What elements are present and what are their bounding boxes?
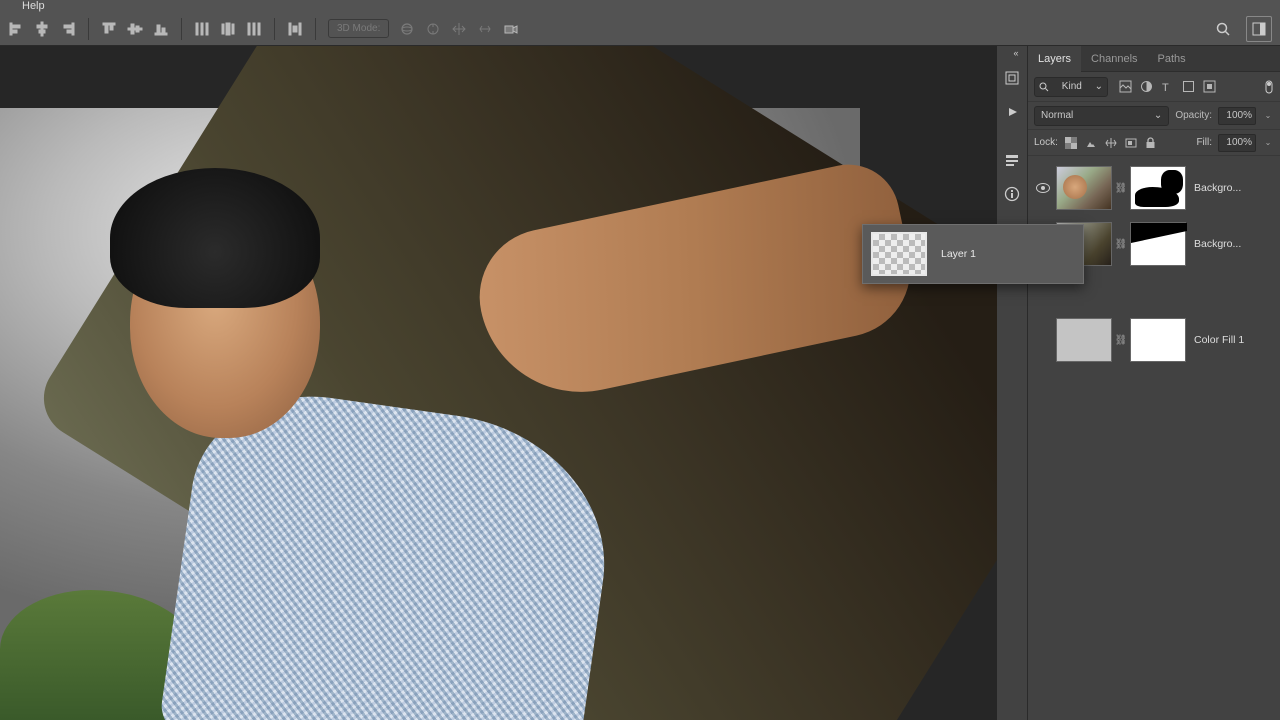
menu-bar: Help: [0, 0, 1280, 12]
filter-toggle-switch[interactable]: [1264, 80, 1274, 94]
distribute-spacing-icon[interactable]: [283, 17, 307, 41]
tab-channels[interactable]: Channels: [1081, 46, 1147, 72]
lock-row: Lock: Fill: 100% ⌄: [1028, 130, 1280, 156]
align-right-edges-icon[interactable]: [56, 17, 80, 41]
opacity-value[interactable]: 100%: [1218, 107, 1256, 125]
blend-mode-value: Normal: [1041, 110, 1073, 121]
chevron-down-icon: ⌄: [1095, 81, 1103, 92]
filter-smartobject-icon[interactable]: [1202, 80, 1216, 94]
search-icon[interactable]: [1210, 16, 1236, 42]
canvas-area[interactable]: [0, 46, 997, 720]
document-canvas[interactable]: [0, 108, 860, 720]
actions-panel-icon[interactable]: [1002, 102, 1022, 122]
3d-camera-icon[interactable]: [499, 17, 523, 41]
fill-chevron-icon[interactable]: ⌄: [1262, 134, 1274, 152]
search-small-icon: [1039, 82, 1049, 92]
layer-row[interactable]: ⛓ Backgro...: [1028, 160, 1280, 216]
distribute-horizontal-right-icon[interactable]: [242, 17, 266, 41]
layer-thumbnail[interactable]: [1056, 166, 1112, 210]
fill-value[interactable]: 100%: [1218, 134, 1256, 152]
workspace-switcher-icon[interactable]: [1246, 16, 1272, 42]
filter-shape-icon[interactable]: [1181, 80, 1195, 94]
distribute-horizontal-center-icon[interactable]: [216, 17, 240, 41]
align-horizontal-centers-icon[interactable]: [30, 17, 54, 41]
filter-kind-dropdown[interactable]: Kind ⌄: [1034, 77, 1108, 97]
align-left-edges-icon[interactable]: [4, 17, 28, 41]
layer-filter-row: Kind ⌄ T: [1028, 72, 1280, 102]
distribute-horizontal-left-icon[interactable]: [190, 17, 214, 41]
collapsed-panel-dock: [997, 46, 1027, 720]
align-bottom-edges-icon[interactable]: [149, 17, 173, 41]
opacity-chevron-icon[interactable]: ⌄: [1262, 107, 1274, 125]
panel-tab-strip: Layers Channels Paths: [1028, 46, 1280, 72]
layer-thumbnail: [871, 232, 927, 276]
dragging-layer-row[interactable]: Layer 1: [862, 224, 1084, 284]
layer-mask-thumbnail[interactable]: [1130, 166, 1186, 210]
chevron-down-icon: ⌄: [1154, 110, 1162, 121]
layer-name[interactable]: Backgro...: [1194, 182, 1274, 194]
layer-row[interactable]: ⛓ Color Fill 1: [1028, 312, 1280, 368]
layer-mask-thumbnail[interactable]: [1130, 318, 1186, 362]
link-mask-icon[interactable]: ⛓: [1116, 183, 1126, 194]
layer-name[interactable]: Backgro...: [1194, 238, 1274, 250]
visibility-toggle[interactable]: [1034, 314, 1052, 366]
opacity-label[interactable]: Opacity:: [1175, 110, 1212, 121]
layer-thumbnail[interactable]: [1056, 318, 1112, 362]
tab-layers[interactable]: Layers: [1028, 46, 1081, 72]
layer-name: Layer 1: [941, 248, 1075, 260]
lock-image-icon[interactable]: [1084, 136, 1098, 150]
filter-pixel-icon[interactable]: [1118, 80, 1132, 94]
lock-label: Lock:: [1034, 137, 1058, 148]
options-bar: 3D Mode:: [0, 12, 1280, 46]
lock-artboard-icon[interactable]: [1124, 136, 1138, 150]
visibility-eye-icon[interactable]: [1036, 183, 1050, 193]
fill-label[interactable]: Fill:: [1196, 137, 1212, 148]
align-vertical-centers-icon[interactable]: [123, 17, 147, 41]
layer-name[interactable]: Color Fill 1: [1194, 334, 1274, 346]
3d-mode-label: 3D Mode:: [328, 19, 389, 38]
3d-slide-icon[interactable]: [473, 17, 497, 41]
filter-type-icon[interactable]: T: [1160, 80, 1174, 94]
lock-all-icon[interactable]: [1144, 136, 1158, 150]
lock-transparency-icon[interactable]: [1064, 136, 1078, 150]
lock-position-icon[interactable]: [1104, 136, 1118, 150]
menu-help[interactable]: Help: [22, 0, 45, 12]
layer-mask-thumbnail[interactable]: [1130, 222, 1186, 266]
3d-roll-icon[interactable]: [421, 17, 445, 41]
blend-mode-dropdown[interactable]: Normal ⌄: [1034, 106, 1169, 126]
history-panel-icon[interactable]: [1002, 68, 1022, 88]
align-top-edges-icon[interactable]: [97, 17, 121, 41]
tab-paths[interactable]: Paths: [1148, 46, 1196, 72]
filter-adjustment-icon[interactable]: [1139, 80, 1153, 94]
filter-kind-label: Kind: [1062, 81, 1082, 92]
info-panel-icon[interactable]: [1002, 184, 1022, 204]
3d-orbit-icon[interactable]: [395, 17, 419, 41]
3d-pan-icon[interactable]: [447, 17, 471, 41]
blend-mode-row: Normal ⌄ Opacity: 100% ⌄: [1028, 102, 1280, 130]
link-mask-icon[interactable]: ⛓: [1116, 335, 1126, 346]
properties-panel-icon[interactable]: [1002, 150, 1022, 170]
svg-text:T: T: [1162, 82, 1169, 93]
panel-collapse-toggle[interactable]: «: [1007, 46, 1025, 60]
link-mask-icon[interactable]: ⛓: [1116, 239, 1126, 250]
layers-panel: Layers Channels Paths Kind ⌄ T Normal: [1027, 46, 1280, 720]
